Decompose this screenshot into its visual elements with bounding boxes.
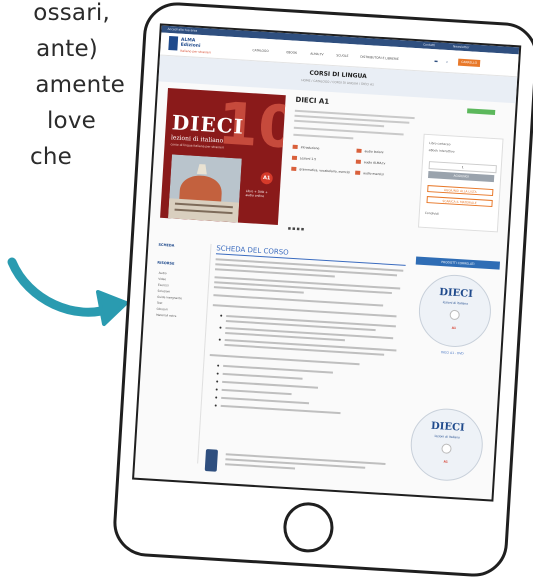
sidebar-item-soluzioni[interactable]: Soluzioni bbox=[157, 289, 170, 294]
topbar-link-newsletter[interactable]: Newsletter bbox=[453, 44, 469, 49]
language-flag-icon[interactable]: ▬ bbox=[434, 58, 438, 63]
text-line bbox=[225, 463, 296, 470]
search-icon[interactable]: ⌕ bbox=[446, 59, 449, 64]
text-line bbox=[220, 404, 341, 414]
disc-hole bbox=[449, 309, 460, 321]
topbar-link-contacts[interactable]: Contatti bbox=[423, 43, 435, 48]
audio-icon bbox=[356, 148, 362, 153]
nav-item-scuole[interactable]: SCUOLE bbox=[336, 53, 348, 58]
text-line bbox=[224, 343, 385, 356]
bullet bbox=[214, 404, 217, 407]
nav-item-catalogo[interactable]: CATALOGO bbox=[252, 48, 268, 53]
add-to-list-button[interactable]: AGGIUNGI ALLA LISTA bbox=[427, 185, 494, 197]
option-print[interactable]: Libro cartaceo bbox=[429, 141, 451, 146]
bullet bbox=[215, 388, 218, 391]
course-description: SCHEDA DEL CORSO bbox=[200, 244, 409, 493]
dvd-disc-1[interactable]: DIECI lezioni di italiano A1 bbox=[416, 272, 494, 350]
tablet-screen: Accedi alla tua area Contatti Newsletter… bbox=[132, 23, 522, 502]
feature-item: Lezioni 1-5 bbox=[299, 156, 317, 162]
dvd-disc-2[interactable]: DIECI lezioni di italiano A1 bbox=[408, 406, 485, 483]
cover-extra-label: Libro + DVD + audio online bbox=[245, 188, 268, 199]
sidebar-item-video[interactable]: Video bbox=[158, 277, 166, 281]
disc-hole bbox=[441, 443, 452, 454]
smartphone-qr-icon bbox=[204, 449, 219, 472]
bullet bbox=[216, 380, 219, 383]
audio-icon bbox=[355, 159, 361, 164]
nav-item-distributori[interactable]: DISTRIBUTORI E LIBRERIE bbox=[360, 55, 399, 61]
nav-item-ebook[interactable]: EBOOK bbox=[286, 50, 297, 55]
sidebar-item-test[interactable]: Test bbox=[157, 301, 163, 305]
availability-badge bbox=[467, 108, 496, 116]
sidebar-item-extra[interactable]: Materiali extra bbox=[156, 313, 177, 318]
tablet-device: Accedi alla tua area Contatti Newsletter… bbox=[111, 0, 533, 579]
sidebar-title-scheda[interactable]: SCHEDA bbox=[158, 243, 174, 248]
book-icon bbox=[291, 155, 298, 161]
feature-item: audio esercizi bbox=[363, 171, 384, 177]
bullet bbox=[216, 372, 219, 375]
add-to-cart-button[interactable]: AGGIUNGI bbox=[427, 171, 495, 183]
sidebar-item-esercizi[interactable]: Esercizi bbox=[158, 283, 169, 288]
feature-item: Introduzione bbox=[300, 145, 320, 151]
logo-tagline: Italiano per stranieri bbox=[180, 48, 211, 55]
bullet bbox=[218, 338, 221, 341]
purchase-box: Libro cartaceo eBook interattivo 1 AGGIU… bbox=[417, 133, 504, 233]
sidebar-item-audio[interactable]: Audio bbox=[159, 271, 167, 275]
feature-item: grammatica, vocabolario, esercizi bbox=[299, 167, 351, 175]
text-line bbox=[221, 396, 310, 404]
book-cover[interactable]: 10 DIECI lezioni di italiano corso di li… bbox=[160, 88, 286, 225]
duomo-illustration bbox=[168, 154, 242, 223]
sidebar-item-guida[interactable]: Guida insegnante bbox=[157, 295, 182, 300]
related-products: PRODOTTI CORRELATI DIECI lezioni di ital… bbox=[400, 256, 502, 499]
disc-level: A1 bbox=[443, 459, 449, 464]
bullet bbox=[220, 314, 223, 317]
sidebar: SCHEDA RISORSE Audio Video Esercizi Solu… bbox=[143, 240, 212, 464]
product-title: DIECI A1 bbox=[295, 95, 330, 106]
text-line bbox=[222, 372, 303, 380]
social-share-icons[interactable]: ▪▪▪▪ bbox=[287, 226, 305, 233]
text-line bbox=[221, 388, 292, 395]
text-line bbox=[293, 133, 354, 140]
bullet bbox=[215, 396, 218, 399]
feature-item: audio lezioni bbox=[364, 149, 384, 155]
audio-icon bbox=[355, 170, 361, 175]
related-caption[interactable]: DIECI A1 - DVD bbox=[410, 348, 494, 357]
disc-level: A1 bbox=[451, 325, 457, 331]
share-link[interactable]: Condividi bbox=[425, 211, 439, 216]
logo-mark[interactable] bbox=[168, 35, 179, 51]
product-info: DIECI A1 Introduzione Lezioni 1-5 gramma… bbox=[287, 96, 505, 249]
level-badge: A1 bbox=[260, 171, 274, 185]
book-icon bbox=[292, 144, 298, 150]
sidebar-item-glossari[interactable]: Glossari bbox=[156, 307, 167, 312]
text-line bbox=[222, 380, 319, 389]
text-line bbox=[213, 294, 384, 307]
text-line bbox=[209, 354, 360, 365]
nav-item-almatv[interactable]: ALMA.TV bbox=[310, 52, 323, 57]
related-header: PRODOTTI CORRELATI bbox=[415, 256, 501, 270]
bullet bbox=[219, 326, 222, 329]
download-materials-button[interactable]: SCARICA IL MATERIALE bbox=[426, 196, 493, 208]
option-ebook[interactable]: eBook interattivo bbox=[429, 148, 455, 154]
bullet bbox=[217, 364, 220, 367]
feature-item: audio ALMA.tv bbox=[363, 160, 386, 166]
cart-button[interactable]: CARRELLO bbox=[457, 58, 481, 68]
book-icon bbox=[291, 166, 297, 171]
sidebar-title-risorse[interactable]: RISORSE bbox=[157, 261, 174, 266]
text-line bbox=[223, 364, 334, 374]
topbar-link-account[interactable]: Accedi alla tua area bbox=[167, 27, 197, 33]
